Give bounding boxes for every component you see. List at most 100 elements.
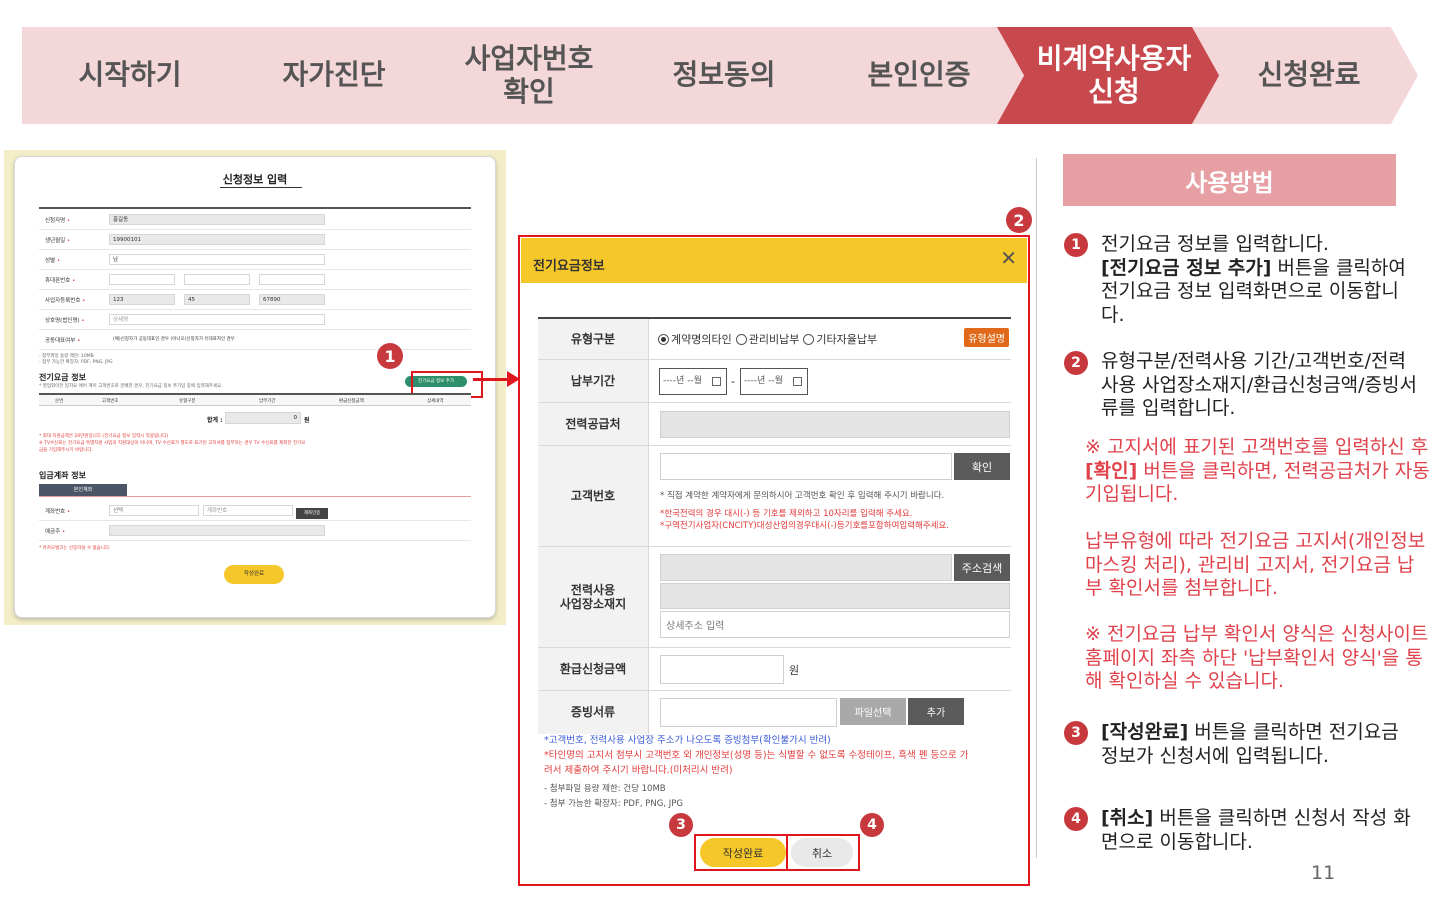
birth-field[interactable]: 19900101 (109, 234, 325, 245)
howto-badge-4: 4 (1064, 807, 1088, 831)
confirm-button[interactable]: 확인 (954, 453, 1010, 480)
row-supplier: 전력공급처 (538, 403, 1011, 446)
note-ext: - 첨부 가능한 확장자: PDF, PNG, JPG (544, 799, 683, 809)
radio-dot (803, 333, 815, 345)
divider (1036, 158, 1037, 858)
modal-title: 전기요금정보 (533, 259, 605, 274)
file-ext-note: - 첨부 가능한 확장자: PDF, PNG, JPG (39, 360, 113, 365)
customer-label: 고객번호 (538, 446, 649, 546)
bank-section-title: 입금계좌 정보 (39, 471, 86, 480)
step-application: 비계약사용자 신청 (997, 27, 1223, 124)
howto-badge-3: 3 (1064, 721, 1088, 745)
step-badge-2: 2 (1006, 207, 1032, 233)
phone-field-2[interactable] (184, 274, 250, 285)
customer-number-input[interactable] (660, 453, 952, 480)
col-header: 납부기간 (259, 399, 276, 404)
step-label: 자가진단 (282, 58, 386, 92)
bank-select[interactable]: 선택 (109, 505, 199, 516)
col-header: 상세내역 (427, 399, 444, 404)
account-verify-button[interactable]: 계좌인증 (296, 508, 328, 519)
phone-field-1[interactable] (109, 274, 175, 285)
phone-field-3[interactable] (259, 274, 325, 285)
row-period: 납부기간 ----년 --월 - ----년 --월 (538, 360, 1011, 403)
period-separator: - (731, 375, 735, 388)
field-label: 성별 • (45, 258, 61, 264)
add-file-button[interactable]: 추가 (908, 698, 964, 725)
customer-help-kepco: *한국전력의 경우 대시(-) 등 기호를 제외하고 10자리를 입력해 주세요… (660, 509, 913, 519)
gender-select[interactable]: 남 (109, 254, 325, 265)
note-size: - 첨부파일 용량 제한: 건당 10MB (544, 784, 666, 794)
form-row-company: 상호명(법인명) • 상세명 (39, 310, 471, 330)
form-row-birth: 생년월일 • 19900101 (39, 230, 471, 250)
refund-amount-input[interactable] (660, 655, 784, 684)
name-field[interactable]: 홍길동 (109, 214, 325, 225)
radio-other-name[interactable]: 계약명의타인 (658, 331, 732, 347)
form-screenshot: 신청정보 입력 신청자명 • 홍길동 생년월일 • 19900101 성별 • … (4, 150, 506, 625)
field-label: 상호명(법인명) • (45, 318, 85, 324)
step-label: 정보동의 (672, 58, 776, 92)
period-from-input[interactable]: ----년 --월 (659, 368, 727, 395)
radio-maintenance[interactable]: 관리비납부 (735, 331, 799, 347)
note-masking-2: 려서 제출하여 주시기 바랍니다.(미처리시 반려) (544, 765, 733, 776)
address-search-button[interactable]: 주소검색 (954, 554, 1010, 581)
max-support-note: * 최대 지원금액은 20만원입니다.(전기요금 정보 입력시 적용됩니다) (39, 434, 169, 439)
bank-note: * 카카오뱅크는 인증하실 수 없습니다. (39, 546, 111, 551)
form-divider (39, 207, 471, 209)
modal-notes: *고객번호, 전력사용 사업장 주소가 나오도록 증빙첨부(확인불가시 반려) … (544, 733, 1014, 812)
step-label: 시작하기 (78, 58, 182, 92)
howto-title: 사용방법 (1063, 154, 1396, 206)
howto-note-customer: ※ 고지서에 표기된 고객번호를 입력하신 후 [확인] 버튼을 클릭하면, 전… (1085, 436, 1430, 505)
howto-note-form: ※ 전기요금 납부 확인서 양식은 신청사이트 홈페이지 좌측 하단 '납부확인… (1085, 623, 1429, 692)
address-detail-input[interactable]: 상세주소 입력 (660, 611, 1010, 638)
type-help-button[interactable]: 유형설명 (964, 328, 1009, 347)
row-refund: 환급신청금액 원 (538, 648, 1011, 691)
business-number-2[interactable]: 45 (184, 294, 250, 305)
company-field[interactable]: 상세명 (109, 314, 325, 325)
address-label: 전력사용 사업장소재지 (538, 547, 649, 647)
tab-own-account[interactable]: 본인계좌 (39, 484, 127, 496)
row-type: 유형구분 계약명의타인 관리비납부 기타자율납부 유형설명 (538, 319, 1011, 360)
supplier-field (660, 411, 1010, 438)
refund-unit: 원 (789, 664, 800, 677)
row-customer: 고객번호 확인 * 직접 계약한 계약자에게 문의하시어 고객번호 확인 후 입… (538, 446, 1011, 547)
howto-step-4: [취소] 버튼을 클릭하면 신청서 작성 화면으로 이동합니다. (1101, 807, 1411, 853)
form-row-account: 계좌번호 • 선택 계좌번호 (39, 501, 471, 521)
step-label: 본인인증 (867, 58, 971, 92)
note-masking: *타인명의 고지서 첨부시 고객번호 외 개인정보(성명 등)는 식별할 수 없… (544, 750, 969, 761)
business-number-3[interactable]: 67890 (259, 294, 325, 305)
field-label: 공동대표여부 • (45, 338, 81, 344)
customer-help: * 직접 계약한 계약자에게 문의하시어 고객번호 확인 후 입력해 주시기 바… (660, 491, 945, 501)
electric-info-modal: 전기요금정보 ✕ 유형구분 계약명의타인 관리비납부 기타자율납부 유형설명 납… (521, 238, 1027, 883)
modal-header: 전기요금정보 ✕ (521, 238, 1027, 283)
col-header: 고객번호 (102, 399, 119, 404)
address-field (660, 583, 1010, 609)
step-badge-4: 4 (860, 813, 884, 837)
radio-other[interactable]: 기타자율납부 (803, 331, 877, 347)
co-rep-radios[interactable]: (예)신청자가 공동대표인 경우 (아니오)신청자가 유대표자인 경우 (113, 336, 235, 342)
radio-dot (658, 333, 669, 345)
form-submit-button[interactable]: 작성완료 (224, 565, 284, 584)
field-label: 휴대폰번호 • (45, 278, 76, 284)
radio-dot (735, 333, 747, 345)
title-underline (220, 187, 302, 188)
file-select-button[interactable]: 파일선택 (840, 698, 906, 725)
step-badge-1: 1 (377, 343, 403, 369)
highlight-box-4 (786, 834, 860, 871)
field-label: 신청자명 • (45, 218, 71, 224)
form-row-holder: 예금주 • (39, 521, 471, 541)
step-self-check: 자가진단 (217, 27, 443, 124)
step-complete: 신청완료 (1192, 27, 1418, 124)
calendar-icon (712, 377, 721, 386)
howto-step-2: 유형구분/전력사용 기간/고객번호/전력사용 사업장소재지/환급신청금액/증빙서… (1101, 350, 1418, 419)
account-number-field[interactable]: 계좌번호 (203, 505, 293, 516)
type-label: 유형구분 (538, 319, 649, 359)
postcode-field (660, 554, 952, 581)
holder-field (109, 525, 325, 536)
business-number-1[interactable]: 123 (109, 294, 175, 305)
period-to-input[interactable]: ----년 --월 (740, 368, 808, 395)
form-row-gender: 성별 • 남 (39, 250, 471, 270)
close-icon[interactable]: ✕ (1000, 248, 1017, 268)
application-form: 신청정보 입력 신청자명 • 홍길동 생년월일 • 19900101 성별 • … (14, 156, 496, 618)
note-proof: *고객번호, 전력사용 사업장 주소가 나오도록 증빙첨부(확인불가시 반려) (544, 735, 831, 746)
howto-step-1: 전기요금 정보를 입력합니다. [전기요금 정보 추가] 버튼을 클릭하여 전기… (1101, 233, 1406, 326)
